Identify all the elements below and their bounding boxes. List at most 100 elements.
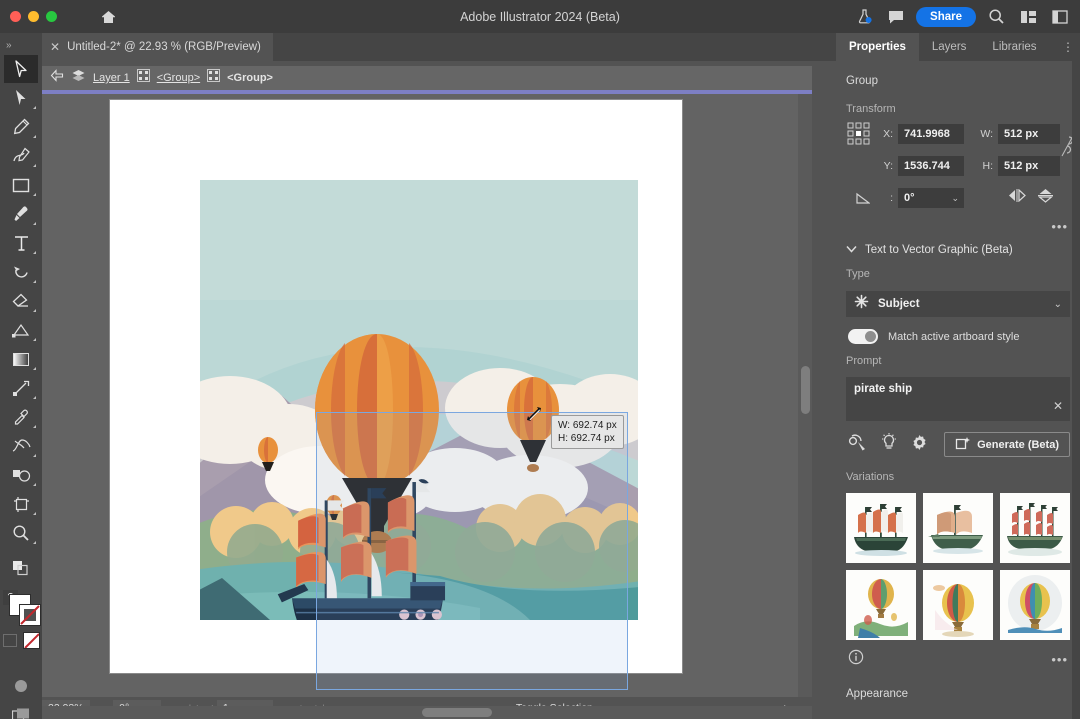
share-button[interactable]: Share: [916, 7, 976, 27]
flip-vertical-icon[interactable]: [1038, 188, 1053, 208]
prompt-input[interactable]: pirate ship ✕: [846, 377, 1070, 421]
artboard-tool[interactable]: [4, 490, 38, 518]
hint-width: W: 692.74 px: [558, 419, 617, 432]
variation-pirate-ship-3[interactable]: [1000, 493, 1070, 563]
close-icon[interactable]: ✕: [50, 40, 60, 54]
info-icon[interactable]: [848, 649, 864, 670]
canvas-vertical-scrollbar[interactable]: [798, 94, 812, 697]
tab-libraries[interactable]: Libraries: [979, 33, 1049, 61]
chevron-down-icon[interactable]: [846, 244, 857, 256]
canvas-area[interactable]: W: 692.74 px H: 692.74 px: [42, 94, 812, 697]
type-tool[interactable]: [4, 229, 38, 257]
y-label: Y:: [876, 160, 893, 172]
variation-pirate-ship-1[interactable]: [846, 493, 916, 563]
selected-object-type: Group: [836, 61, 1080, 87]
direct-selection-tool[interactable]: [4, 84, 38, 112]
chevron-down-icon[interactable]: ⌄: [951, 193, 959, 204]
reference-point-icon[interactable]: [846, 121, 872, 147]
minimize-window-button[interactable]: [28, 11, 39, 22]
variations-more-options-icon[interactable]: •••: [1051, 652, 1068, 667]
back-arrow-icon[interactable]: [50, 69, 64, 87]
pen-tool[interactable]: [4, 113, 38, 141]
text-to-vector-section-header[interactable]: Text to Vector Graphic (Beta): [836, 234, 1080, 256]
match-artboard-style-row[interactable]: Match active artboard style: [836, 317, 1080, 344]
x-label: X:: [876, 128, 893, 140]
breadcrumb-layer[interactable]: Layer 1: [93, 72, 130, 84]
variations-label: Variations: [836, 457, 1080, 489]
chevron-down-icon[interactable]: ⌄: [1054, 299, 1062, 310]
group-icon: [207, 69, 220, 87]
panel-right-strip: [1072, 33, 1080, 719]
scrollbar-thumb[interactable]: [801, 366, 810, 414]
rectangle-tool[interactable]: [4, 171, 38, 199]
selection-tool[interactable]: [4, 55, 38, 83]
variation-balloon-1[interactable]: [846, 570, 916, 640]
transform-more-options-icon[interactable]: •••: [836, 217, 1080, 234]
w-field[interactable]: [998, 124, 1060, 144]
gradient-tool[interactable]: [4, 345, 38, 373]
stroke-swatch[interactable]: [19, 604, 41, 626]
curvature-tool[interactable]: [4, 142, 38, 170]
clear-icon[interactable]: ✕: [1053, 399, 1063, 413]
eraser-tool[interactable]: [4, 287, 38, 315]
x-field[interactable]: [898, 124, 964, 144]
color-mode-button[interactable]: [3, 634, 17, 647]
fill-stroke-swatches[interactable]: ?: [1, 586, 41, 664]
document-tab-bar: ✕ Untitled-2* @ 22.93 % (RGB/Preview): [0, 33, 836, 61]
screen-mode-button[interactable]: [4, 701, 38, 719]
variation-pirate-ship-2[interactable]: [923, 493, 993, 563]
generate-row: Generate (Beta): [836, 421, 1080, 457]
variation-balloon-3[interactable]: [1000, 570, 1070, 640]
gear-icon[interactable]: [911, 434, 928, 456]
h-field[interactable]: [998, 156, 1060, 176]
zoom-tool[interactable]: [4, 519, 38, 547]
breadcrumb-group-1[interactable]: <Group>: [157, 72, 200, 84]
search-icon[interactable]: [982, 4, 1010, 30]
match-artboard-style-toggle[interactable]: [848, 329, 878, 344]
none-swatch-button[interactable]: [23, 632, 40, 649]
select-subject-icon[interactable]: [848, 433, 867, 456]
home-icon[interactable]: [95, 4, 121, 30]
appearance-section-label: Appearance: [836, 670, 1080, 700]
variation-balloon-2[interactable]: [923, 570, 993, 640]
y-field[interactable]: [898, 156, 964, 176]
layers-stack-icon: [71, 69, 86, 88]
tab-properties[interactable]: Properties: [836, 33, 919, 61]
transform-section-label: Transform: [836, 87, 1080, 121]
eyedropper-tool[interactable]: [4, 403, 38, 431]
type-value: Subject: [878, 298, 920, 310]
panels-icon[interactable]: [1046, 4, 1074, 30]
blend-tool[interactable]: [4, 432, 38, 460]
generate-sparkle-icon: [955, 436, 971, 454]
canvas-horizontal-scrollbar[interactable]: [42, 706, 812, 719]
tools-panel: »: [0, 33, 42, 719]
change-screen-mode-tool[interactable]: [4, 554, 38, 582]
prompt-value: pirate ship: [854, 383, 1046, 395]
variations-footer: •••: [836, 640, 1080, 670]
window-controls[interactable]: [10, 11, 57, 22]
w-label: W:: [976, 128, 993, 140]
workspace-layout-icon[interactable]: [1014, 4, 1042, 30]
comment-icon[interactable]: [882, 4, 910, 30]
generate-label: Generate (Beta): [977, 439, 1059, 451]
scrollbar-thumb[interactable]: [422, 708, 492, 717]
angle-label: :: [876, 192, 893, 204]
document-tab[interactable]: ✕ Untitled-2* @ 22.93 % (RGB/Preview): [42, 33, 273, 61]
rotate-tool[interactable]: [4, 258, 38, 286]
lightbulb-icon[interactable]: [881, 433, 897, 456]
generate-button[interactable]: Generate (Beta): [944, 432, 1070, 457]
scale-tool[interactable]: [4, 316, 38, 344]
gradient-swatch-button[interactable]: [4, 672, 38, 700]
free-transform-tool[interactable]: [4, 374, 38, 402]
toolbar-collapse-button[interactable]: »: [0, 38, 42, 55]
close-window-button[interactable]: [10, 11, 21, 22]
flip-horizontal-icon[interactable]: [1008, 189, 1026, 207]
beaker-icon[interactable]: [850, 4, 878, 30]
match-artboard-style-label: Match active artboard style: [888, 331, 1019, 343]
type-dropdown[interactable]: Subject ⌄: [846, 291, 1070, 317]
maximize-window-button[interactable]: [46, 11, 57, 22]
artboard[interactable]: W: 692.74 px H: 692.74 px: [110, 100, 682, 673]
shape-builder-tool[interactable]: [4, 461, 38, 489]
tab-layers[interactable]: Layers: [919, 33, 980, 61]
paintbrush-tool[interactable]: [4, 200, 38, 228]
